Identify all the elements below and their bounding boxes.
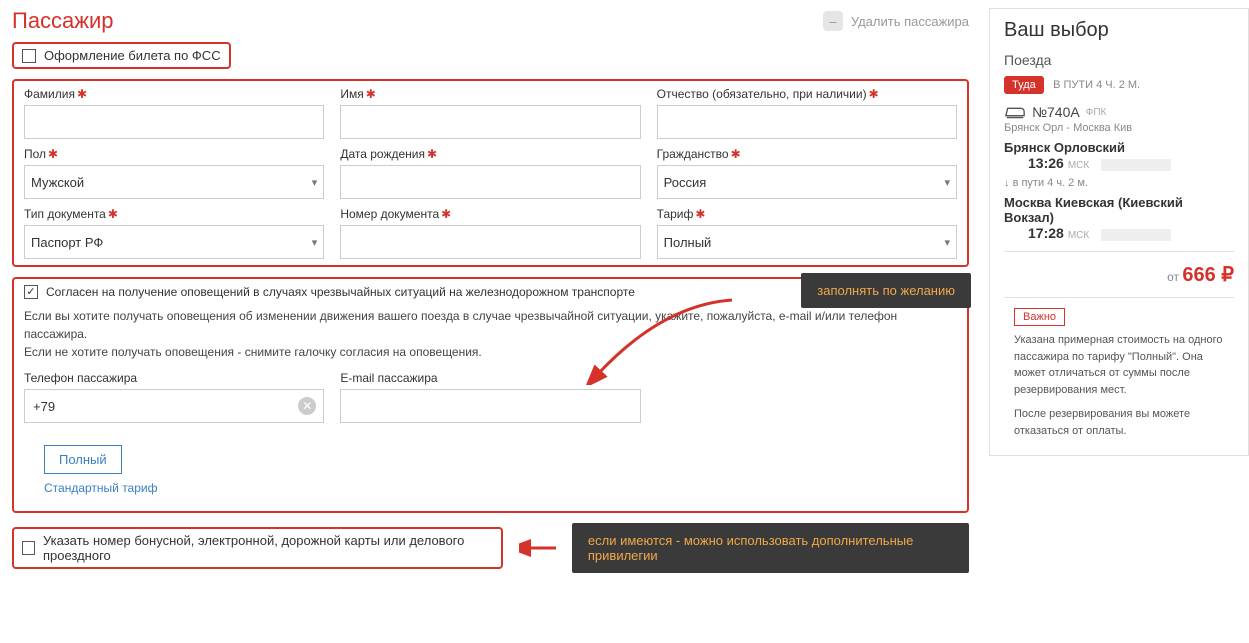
gender-select[interactable]: Мужской▾ [24,165,324,199]
train-icon [1004,104,1026,120]
bonus-checkbox-row[interactable]: Указать номер бонусной, электронной, дор… [22,533,493,563]
tariff-select[interactable]: Полный▾ [657,225,957,259]
arrow-icon [519,538,556,558]
your-choice-title: Ваш выбор [1004,19,1234,42]
doc-type-select[interactable]: Паспорт РФ▾ [24,225,324,259]
date-blurred [1101,229,1171,241]
minus-icon: – [823,11,843,31]
important-note-2: После резервирования вы можете отказатьс… [1014,406,1234,439]
personal-data-highlight: Фамилия✱ Имя✱ Отчество (обязательно, при… [12,79,969,267]
date-blurred [1101,159,1171,171]
fss-label: Оформление билета по ФСС [44,48,221,63]
time-departure: 13:26МСК [1028,155,1089,171]
doc-type-label: Тип документа✱ [24,207,324,221]
citizenship-label: Гражданство✱ [657,147,957,161]
chevron-down-icon: ▾ [944,176,950,189]
your-choice-panel: Ваш выбор Поезда Туда В ПУТИ 4 Ч. 2 М. №… [989,8,1249,456]
carrier-label: ФПК [1086,107,1107,118]
surname-label: Фамилия✱ [24,87,324,101]
callout-optional: заполнять по желанию [801,273,971,308]
surname-input[interactable] [24,105,324,139]
dob-label: Дата рождения✱ [340,147,640,161]
bonus-label: Указать номер бонусной, электронной, дор… [43,533,493,563]
price-row: от 666 ₽ [1004,262,1234,287]
fss-highlight: Оформление билета по ФСС [12,42,231,69]
chevron-down-icon: ▾ [312,236,318,249]
in-way-label: ↓ в пути 4 ч. 2 м. [1004,177,1234,189]
doc-number-label: Номер документа✱ [340,207,640,221]
delete-passenger-label: Удалить пассажира [851,14,969,29]
gender-label: Пол✱ [24,147,324,161]
name-label: Имя✱ [340,87,640,101]
callout-privileges: если имеются - можно использовать дополн… [572,523,969,573]
price-value: 666 ₽ [1182,264,1234,286]
fss-checkbox[interactable] [22,49,36,63]
tariff-standard-link[interactable]: Стандартный тариф [44,481,157,495]
dob-input[interactable] [340,165,640,199]
patronymic-label: Отчество (обязательно, при наличии)✱ [657,87,957,101]
clear-icon[interactable]: ✕ [298,397,316,415]
notify-consent-label: Согласен на получение оповещений в случа… [46,285,635,299]
doc-number-input[interactable] [340,225,640,259]
bonus-checkbox[interactable] [22,541,35,555]
name-input[interactable] [340,105,640,139]
route-short: Брянск Орл - Москва Кив [1004,122,1234,134]
important-note-1: Указана примерная стоимость на одного па… [1014,332,1234,398]
tariff-full-button[interactable]: Полный [44,445,122,474]
notify-highlight: Согласен на получение оповещений в случа… [12,277,969,513]
email-label: E-mail пассажира [340,371,640,385]
tariff-label: Тариф✱ [657,207,957,221]
trains-subtitle: Поезда [1004,52,1234,68]
important-badge: Важно [1014,308,1065,326]
fss-checkbox-row[interactable]: Оформление билета по ФСС [22,48,221,63]
citizenship-select[interactable]: Россия▾ [657,165,957,199]
notify-description: Если вы хотите получать оповещения об из… [24,307,957,361]
delete-passenger-button[interactable]: – Удалить пассажира [823,11,969,31]
travel-time-header: В ПУТИ 4 Ч. 2 М. [1053,79,1140,91]
chevron-down-icon: ▾ [944,236,950,249]
station-to: Москва Киевская (Киевский Вокзал) [1004,195,1234,225]
bonus-highlight: Указать номер бонусной, электронной, дор… [12,527,503,569]
phone-label: Телефон пассажира [24,371,324,385]
direction-badge: Туда [1004,76,1044,94]
email-input[interactable] [340,389,640,423]
time-arrival: 17:28МСК [1028,225,1089,241]
passenger-title: Пассажир [12,8,114,34]
station-from: Брянск Орловский [1004,140,1234,155]
notify-checkbox[interactable] [24,285,38,299]
phone-input[interactable] [24,389,324,423]
patronymic-input[interactable] [657,105,957,139]
chevron-down-icon: ▾ [312,176,318,189]
train-number: №740А [1032,104,1080,120]
